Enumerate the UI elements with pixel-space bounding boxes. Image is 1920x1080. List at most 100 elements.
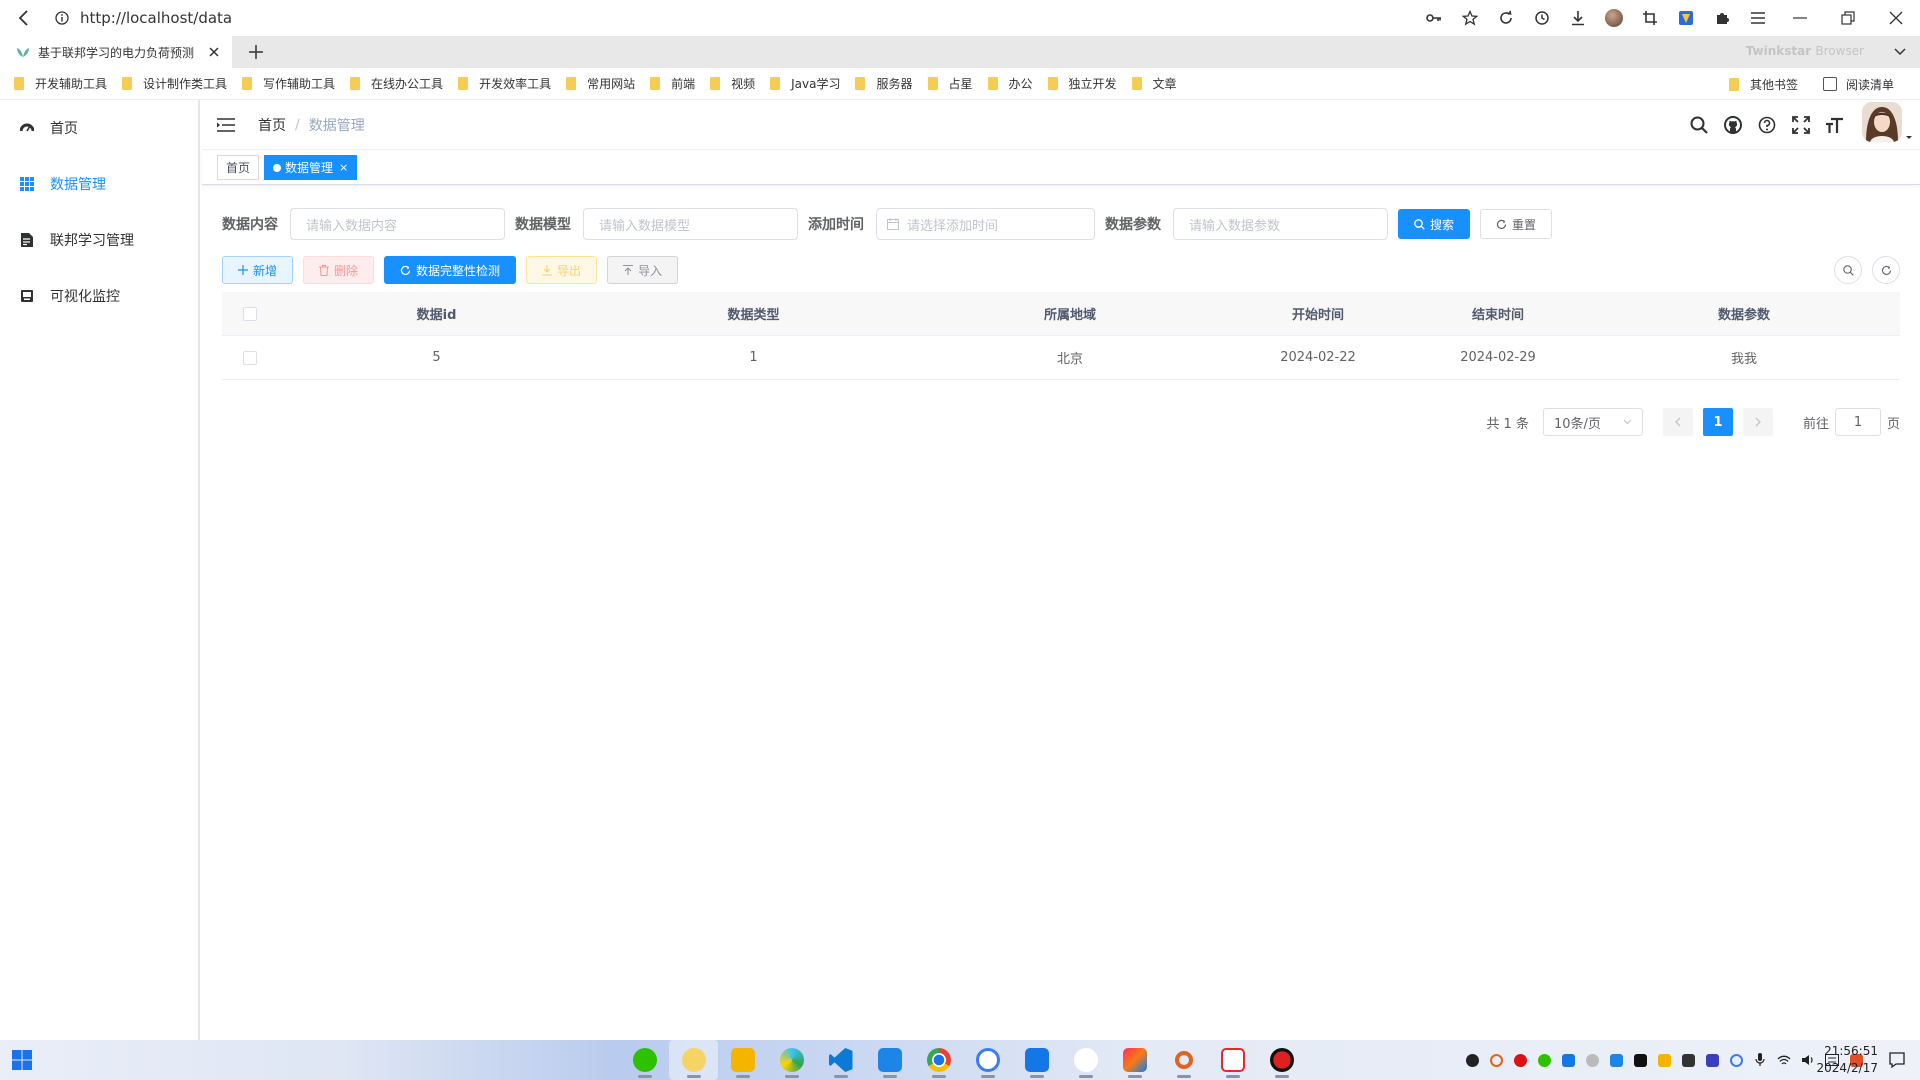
sidebar-item-federated-learning[interactable]: 联邦学习管理 <box>0 212 198 268</box>
import-button[interactable]: 导入 <box>607 256 679 284</box>
bookmark-folder[interactable]: 前端 <box>650 72 695 96</box>
other-bookmarks[interactable]: 其他书签 <box>1728 72 1798 96</box>
system-clock[interactable]: 21:56:51 2024/2/17 <box>1816 1043 1878 1077</box>
prev-page-button[interactable] <box>1662 408 1693 436</box>
bookmark-folder[interactable]: Java学习 <box>770 72 840 96</box>
wechat-app-icon[interactable] <box>620 1040 669 1080</box>
next-page-button[interactable] <box>1742 408 1773 436</box>
fullscreen-icon[interactable] <box>1784 100 1818 150</box>
close-window-button[interactable] <box>1872 0 1920 36</box>
minimize-button[interactable] <box>1776 0 1824 36</box>
back-button[interactable] <box>0 0 48 36</box>
browser-tab[interactable]: 基于联邦学习的电力负荷预测 <box>0 36 232 68</box>
qq-tray-icon[interactable] <box>1462 1050 1482 1070</box>
integrity-check-button[interactable]: 数据完整性检测 <box>384 256 517 284</box>
avatar-dropdown[interactable] <box>1862 100 1914 150</box>
page-number-current[interactable]: 1 <box>1702 408 1733 436</box>
bookmark-folder[interactable]: 在线办公工具 <box>350 72 443 96</box>
param-input[interactable]: 请输入数据参数 <box>1173 208 1388 240</box>
tag-data-management[interactable]: 数据管理 × <box>264 155 358 180</box>
crop-icon[interactable] <box>1632 0 1668 36</box>
refresh-table-button[interactable] <box>1872 256 1900 284</box>
model-input[interactable]: 请输入数据模型 <box>583 208 798 240</box>
breadcrumb-home[interactable]: 首页 <box>258 115 286 135</box>
reload-icon[interactable] <box>1488 0 1524 36</box>
hamburger-button[interactable] <box>202 100 250 150</box>
drive-tray-icon[interactable] <box>1678 1050 1698 1070</box>
bookmark-folder[interactable]: 设计制作类工具 <box>122 72 227 96</box>
github-icon[interactable] <box>1716 100 1750 150</box>
content-input[interactable]: 请输入数据内容 <box>290 208 505 240</box>
star-icon[interactable] <box>1452 0 1488 36</box>
microphone-icon[interactable] <box>1750 1050 1770 1070</box>
bookmark-folder[interactable]: 占星 <box>927 72 973 96</box>
site-info-icon[interactable] <box>52 8 72 28</box>
time-picker[interactable]: 请选择添加时间 <box>876 208 1095 240</box>
profile-icon[interactable] <box>1596 0 1632 36</box>
page-size-select[interactable]: 10条/页 <box>1542 408 1643 436</box>
bookmark-folder[interactable]: 视频 <box>710 72 755 96</box>
restore-button[interactable] <box>1824 0 1872 36</box>
notification-icon[interactable] <box>1888 1051 1906 1069</box>
delete-button[interactable]: 删除 <box>303 256 375 284</box>
bookmark-folder[interactable]: 开发效率工具 <box>458 72 551 96</box>
reading-list[interactable]: 阅读清单 <box>1846 76 1894 93</box>
record-tray-icon[interactable] <box>1510 1050 1530 1070</box>
sidebar-item-visual-monitor[interactable]: 可视化监控 <box>0 268 198 324</box>
chrome-app-icon[interactable] <box>914 1040 963 1080</box>
search-button[interactable]: 搜索 <box>1398 209 1471 239</box>
typora-app-icon[interactable] <box>865 1040 914 1080</box>
tab-list-chevron-icon[interactable] <box>1890 42 1910 62</box>
sidebar-item-home[interactable]: 首页 <box>0 100 198 156</box>
new-tab-button[interactable] <box>244 40 268 64</box>
photos-app-icon[interactable] <box>1012 1040 1061 1080</box>
question-icon[interactable] <box>1750 100 1784 150</box>
wifi-icon[interactable] <box>1774 1050 1794 1070</box>
folder-tray-icon[interactable] <box>1654 1050 1674 1070</box>
row-checkbox[interactable] <box>243 350 257 365</box>
tag-home[interactable]: 首页 <box>217 155 260 180</box>
font-size-icon[interactable] <box>1818 100 1852 150</box>
menu-icon[interactable] <box>1740 0 1776 36</box>
bookmark-folder[interactable]: 常用网站 <box>566 72 635 96</box>
extension-shield-icon[interactable] <box>1668 0 1704 36</box>
download-icon[interactable] <box>1560 0 1596 36</box>
table-row[interactable]: 5 1 北京 2024-02-22 2024-02-29 我我 <box>222 336 1900 380</box>
volume-icon[interactable] <box>1798 1050 1818 1070</box>
sidebar-item-data-management[interactable]: 数据管理 <box>0 156 198 212</box>
key-icon[interactable] <box>1416 0 1452 36</box>
search-icon[interactable] <box>1682 100 1716 150</box>
app-tray-icon[interactable] <box>1630 1050 1650 1070</box>
bookmark-folder[interactable]: 开发辅助工具 <box>14 72 107 96</box>
puzzle-icon[interactable] <box>1704 0 1740 36</box>
wps-app-icon[interactable] <box>1208 1040 1257 1080</box>
file-explorer-icon[interactable] <box>718 1040 767 1080</box>
vscode-app-icon[interactable] <box>816 1040 865 1080</box>
network-app-icon[interactable] <box>963 1040 1012 1080</box>
wechat-tray-icon[interactable] <box>1534 1050 1554 1070</box>
bookmark-folder[interactable]: 服务器 <box>855 72 913 96</box>
search-tool-icon[interactable] <box>1159 1040 1208 1080</box>
bookmark-folder[interactable]: 文章 <box>1131 72 1177 96</box>
intellij-app-icon[interactable] <box>1110 1040 1159 1080</box>
gray-tray-icon[interactable] <box>1582 1050 1602 1070</box>
search-tray-icon[interactable] <box>1486 1050 1506 1070</box>
windows-start-icon[interactable] <box>12 1050 32 1070</box>
bookmark-folder[interactable]: 写作辅助工具 <box>242 72 335 96</box>
select-all-checkbox[interactable] <box>243 306 257 321</box>
bookmark-folder[interactable]: 办公 <box>987 72 1033 96</box>
typora-tray-icon[interactable] <box>1606 1050 1626 1070</box>
reset-button[interactable]: 重置 <box>1480 209 1553 239</box>
add-button[interactable]: 新增 <box>222 256 294 284</box>
network-tray-icon[interactable] <box>1726 1050 1746 1070</box>
url-field[interactable]: http://localhost/data <box>80 9 1120 27</box>
bookmark-folder[interactable]: 独立开发 <box>1047 72 1117 96</box>
export-button[interactable]: 导出 <box>526 256 598 284</box>
recorder-app-icon[interactable] <box>1257 1040 1306 1080</box>
white-app-icon[interactable] <box>1061 1040 1110 1080</box>
browser-app-icon[interactable] <box>669 1040 718 1080</box>
photos-tray-icon[interactable] <box>1558 1050 1578 1070</box>
toggle-search-button[interactable] <box>1834 256 1862 284</box>
history-icon[interactable] <box>1524 0 1560 36</box>
edge-app-icon[interactable] <box>767 1040 816 1080</box>
